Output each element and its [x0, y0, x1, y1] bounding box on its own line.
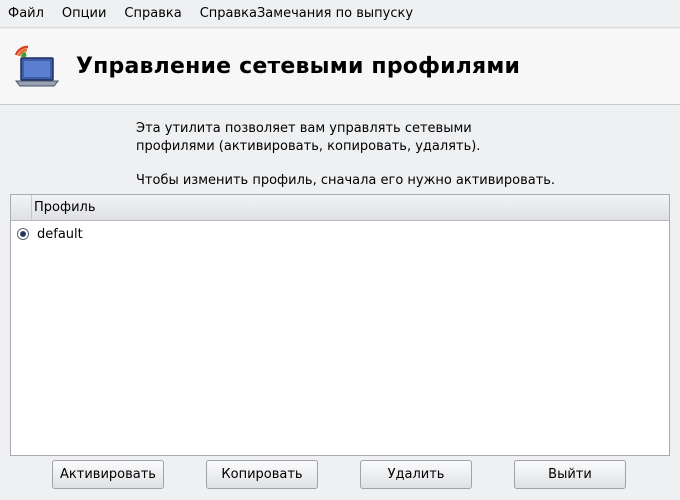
profile-radio[interactable]	[17, 228, 29, 240]
menu-file[interactable]: Файл	[6, 4, 46, 23]
menu-bar: Файл Опции Справка СправкаЗамечания по в…	[0, 0, 680, 28]
network-laptop-icon	[12, 43, 60, 91]
table-header-profile[interactable]: Профиль	[32, 200, 96, 215]
table-header-select-column	[11, 195, 32, 220]
activate-button[interactable]: Активировать	[52, 460, 164, 489]
table-header: Профиль	[11, 195, 669, 221]
menu-release-notes[interactable]: СправкаЗамечания по выпуску	[198, 4, 415, 23]
menu-options[interactable]: Опции	[60, 4, 108, 23]
description: Эта утилита позволяет вам управлять сете…	[136, 120, 656, 190]
page-title: Управление сетевыми профилями	[76, 54, 521, 79]
profile-name: default	[37, 226, 83, 242]
description-line-2: профилями (активировать, копировать, уда…	[136, 139, 481, 154]
profiles-table: Профиль default	[10, 194, 670, 456]
description-line-1: Эта утилита позволяет вам управлять сете…	[136, 121, 472, 136]
exit-button[interactable]: Выйти	[514, 460, 626, 489]
header-banner: Управление сетевыми профилями	[0, 29, 680, 105]
delete-button[interactable]: Удалить	[360, 460, 472, 489]
description-line-3: Чтобы изменить профиль, сначала его нужн…	[136, 173, 556, 188]
copy-button[interactable]: Копировать	[206, 460, 318, 489]
menu-help[interactable]: Справка	[122, 4, 183, 23]
table-row[interactable]: default	[11, 221, 669, 247]
